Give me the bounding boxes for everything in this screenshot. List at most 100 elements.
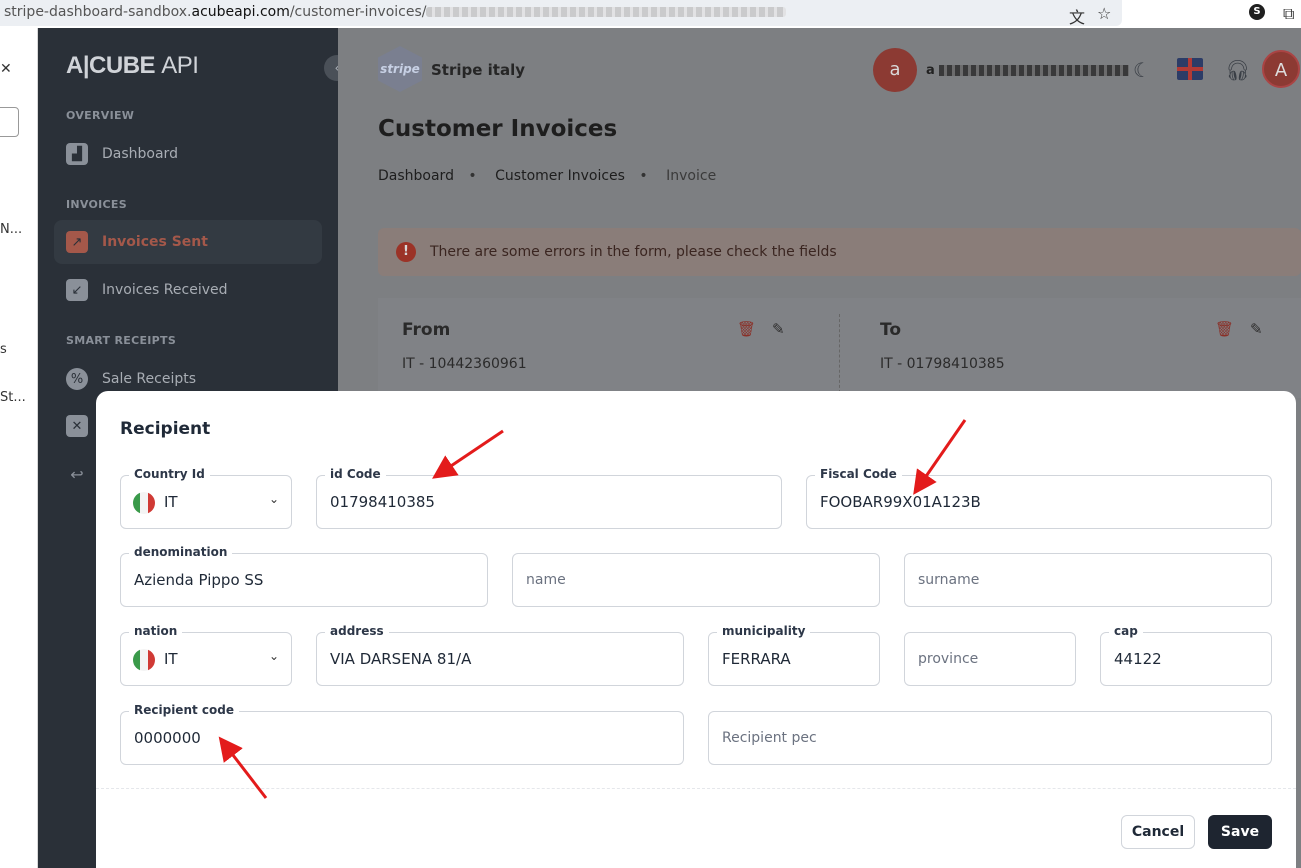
side-panel: ✕ N... s St... — [0, 28, 38, 868]
field-value: FOOBAR99X01A123B — [820, 493, 981, 511]
moon-icon[interactable]: ☾ — [1133, 58, 1151, 82]
username-redacted — [939, 65, 1130, 76]
extension-icon[interactable]: S — [1249, 4, 1265, 20]
user-name: a — [926, 63, 1130, 78]
sidebar-item-label: Dashboard — [102, 146, 178, 162]
trash-icon[interactable]: 🗑︎ — [1215, 320, 1234, 338]
sidebar-item-invoices-sent[interactable]: ↗ Invoices Sent — [54, 220, 322, 264]
divider — [839, 314, 840, 398]
section-overview: OVERVIEW — [66, 109, 135, 122]
italy-flag-icon — [133, 649, 155, 671]
field-placeholder: name — [526, 572, 566, 588]
close-icon[interactable]: ✕ — [0, 61, 12, 77]
field-label: id Code — [325, 467, 386, 481]
breadcrumb-separator: • — [639, 168, 648, 184]
account-avatar[interactable]: A — [1262, 50, 1300, 88]
field-value: VIA DARSENA 81/A — [330, 650, 472, 668]
browser-toolbar: stripe-dashboard-sandbox.acubeapi.com/cu… — [0, 0, 1301, 28]
logout-icon: ↩ — [70, 464, 84, 484]
name-field[interactable]: name — [512, 553, 880, 607]
from-vat: IT - 10442360961 — [402, 356, 527, 372]
from-section: From IT - 10442360961 — [402, 320, 527, 372]
from-heading: From — [402, 320, 451, 340]
recipient-pec-field[interactable]: Recipient pec — [708, 711, 1272, 765]
invoice-parties-card: From IT - 10442360961 🗑︎ ✎ To IT - 01798… — [378, 298, 1301, 398]
page-title: Customer Invoices — [378, 116, 618, 142]
field-placeholder: surname — [918, 572, 980, 588]
sidebar-item-label: Invoices Sent — [102, 234, 208, 250]
receipt-icon: % — [66, 368, 88, 390]
headset-icon[interactable]: 🎧︎ — [1225, 58, 1250, 82]
url-text: stripe-dashboard-sandbox.acubeapi.com/cu… — [4, 4, 787, 20]
field-label: denomination — [129, 545, 233, 559]
avatar[interactable]: a — [873, 48, 917, 92]
field-value: Azienda Pippo SS — [134, 571, 264, 589]
sidebar-item-invoices-received[interactable]: ↙ Invoices Received — [54, 268, 322, 312]
breadcrumb: Dashboard • Customer Invoices • Invoice — [378, 168, 726, 184]
address-field[interactable]: address VIA DARSENA 81/A — [316, 624, 684, 686]
brand-name: Stripe italy — [431, 61, 525, 79]
id-code-field[interactable]: id Code 01798410385 — [316, 467, 782, 529]
language-flag-icon[interactable] — [1177, 58, 1203, 80]
edit-icon[interactable]: ✎ — [772, 320, 785, 338]
cap-field[interactable]: cap 44122 — [1100, 624, 1272, 686]
logo: A|CUBE API — [66, 52, 199, 79]
translate-icon[interactable]: 文 — [1069, 4, 1085, 28]
panel-item[interactable]: N... — [0, 222, 22, 237]
field-value: 44122 — [1114, 650, 1162, 668]
star-icon[interactable]: ☆ — [1097, 4, 1111, 23]
select-value: IT — [164, 650, 178, 668]
field-label: Country Id — [129, 467, 210, 481]
modal-title: Recipient — [120, 419, 211, 439]
trash-icon[interactable]: 🗑︎ — [737, 320, 756, 338]
to-heading: To — [880, 320, 902, 340]
nation-select[interactable]: nation IT ⌄ — [120, 624, 292, 686]
chart-icon: ▟ — [66, 143, 88, 165]
chevron-down-icon: ⌄ — [268, 492, 279, 506]
sidebar-item-dashboard[interactable]: ▟ Dashboard — [54, 132, 322, 176]
country-id-select[interactable]: Country Id IT ⌄ — [120, 467, 292, 529]
cancel-button[interactable]: Cancel — [1121, 815, 1195, 849]
url-field[interactable]: stripe-dashboard-sandbox.acubeapi.com/cu… — [0, 0, 1122, 28]
panel-item[interactable]: St... — [0, 390, 26, 405]
field-value: 0000000 — [134, 729, 201, 747]
chevron-down-icon: ⌄ — [268, 649, 279, 663]
breadcrumb-customer-invoices[interactable]: Customer Invoices — [495, 168, 625, 184]
alert-text: There are some errors in the form, pleas… — [430, 244, 837, 260]
breadcrumb-invoice: Invoice — [666, 168, 717, 184]
panel-item[interactable]: s — [0, 342, 7, 357]
to-section: To IT - 01798410385 — [880, 320, 1005, 372]
field-value: 01798410385 — [330, 493, 435, 511]
sidebar-item-label: Invoices Received — [102, 282, 228, 298]
recipient-modal: Recipient Country Id IT ⌄ id Code 017984… — [96, 391, 1296, 868]
save-button[interactable]: Save — [1208, 815, 1272, 849]
url-redacted — [426, 7, 787, 17]
section-invoices: INVOICES — [66, 198, 127, 211]
field-label: address — [325, 624, 389, 638]
close-square-icon: ✕ — [66, 415, 88, 437]
field-label: cap — [1109, 624, 1143, 638]
surname-field[interactable]: surname — [904, 553, 1272, 607]
municipality-field[interactable]: municipality FERRARA — [708, 624, 880, 686]
sidebar-item-label: Sale Receipts — [102, 371, 197, 387]
brand-logo: stripe — [378, 46, 422, 92]
field-label: municipality — [717, 624, 811, 638]
extensions-puzzle-icon[interactable]: ⧉ — [1283, 4, 1294, 24]
province-field[interactable]: province — [904, 632, 1076, 686]
arrow-down-left-icon: ↙ — [66, 279, 88, 301]
edit-icon[interactable]: ✎ — [1250, 320, 1263, 338]
recipient-code-field[interactable]: Recipient code 0000000 — [120, 703, 684, 765]
to-vat: IT - 01798410385 — [880, 356, 1005, 372]
error-alert: ! There are some errors in the form, ple… — [378, 228, 1301, 276]
field-label: Recipient code — [129, 703, 239, 717]
fiscal-code-field[interactable]: Fiscal Code FOOBAR99X01A123B — [806, 467, 1272, 529]
breadcrumb-dashboard[interactable]: Dashboard — [378, 168, 454, 184]
section-smart-receipts: SMART RECEIPTS — [66, 334, 177, 347]
arrow-up-right-icon: ↗ — [66, 231, 88, 253]
field-label: nation — [129, 624, 183, 638]
field-value: FERRARA — [722, 650, 791, 668]
panel-input[interactable] — [0, 107, 19, 137]
select-value: IT — [164, 493, 178, 511]
denomination-field[interactable]: denomination Azienda Pippo SS — [120, 545, 488, 607]
field-placeholder: Recipient pec — [722, 730, 817, 746]
